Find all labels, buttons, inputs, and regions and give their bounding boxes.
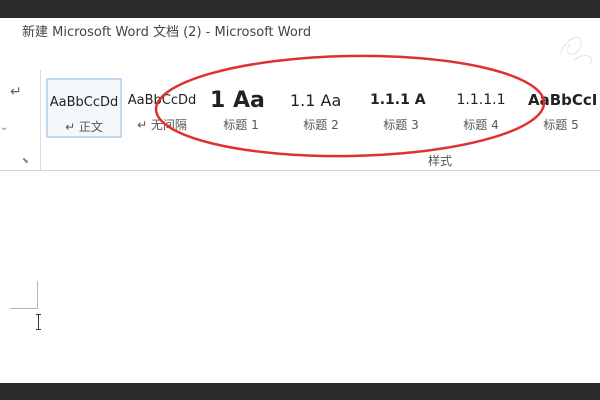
text-cursor [36, 314, 41, 330]
style-sample: 1 Aa [210, 87, 265, 113]
dialog-launcher-icon[interactable]: ⬊ [22, 156, 29, 165]
style-heading-5[interactable]: AaBbCcI 标题 5 [522, 78, 600, 138]
chevron-down-icon[interactable]: ⌄ [0, 122, 8, 133]
style-sample: AaBbCcDd [127, 92, 197, 108]
style-label: ↵ 无间隔 [137, 118, 187, 132]
style-heading-4[interactable]: 1.1.1.1 标题 4 [442, 78, 520, 138]
style-heading-2[interactable]: 1.1 Aa 标题 2 [282, 78, 360, 138]
style-sample: 1.1 Aa [290, 90, 342, 110]
styles-gallery: AaBbCcDd ↵ 正文 AaBbCcDd ↵ 无间隔 1 Aa 标题 1 1… [42, 76, 600, 140]
document-page[interactable] [0, 171, 600, 383]
style-heading-1[interactable]: 1 Aa 标题 1 [202, 78, 280, 138]
style-label: ↵ 正文 [65, 120, 103, 134]
margin-corner-mark [10, 281, 38, 309]
window-title: 新建 Microsoft Word 文档 (2) - Microsoft Wor… [22, 25, 312, 40]
style-no-spacing[interactable]: AaBbCcDd ↵ 无间隔 [124, 78, 200, 138]
style-sample: 1.1.1 A [370, 92, 426, 108]
group-divider [40, 70, 41, 170]
paragraph-group: ↵ ⌄ ⬊ [0, 70, 40, 170]
style-sample: 1.1.1.1 [456, 92, 506, 108]
style-label: 标题 2 [303, 118, 339, 132]
bottom-dark-bar [0, 383, 600, 400]
style-label: 标题 1 [223, 118, 259, 132]
style-normal[interactable]: AaBbCcDd ↵ 正文 [46, 78, 122, 138]
style-sample: AaBbCcDd [49, 94, 119, 110]
title-bar: 新建 Microsoft Word 文档 (2) - Microsoft Wor… [0, 18, 600, 70]
style-label: 标题 3 [383, 118, 419, 132]
paragraph-return-icon[interactable]: ↵ [10, 84, 22, 100]
ribbon: ↵ ⌄ ⬊ AaBbCcDd ↵ 正文 AaBbCcDd ↵ 无间隔 1 Aa … [0, 70, 600, 170]
style-label: 标题 5 [543, 118, 579, 132]
top-dark-bar [0, 0, 600, 18]
style-label: 标题 4 [463, 118, 499, 132]
style-heading-3[interactable]: 1.1.1 A 标题 3 [362, 78, 440, 138]
style-sample: AaBbCcI [528, 91, 598, 109]
title-flourish-decoration [559, 37, 592, 65]
styles-group-label: 样式 [427, 154, 452, 168]
